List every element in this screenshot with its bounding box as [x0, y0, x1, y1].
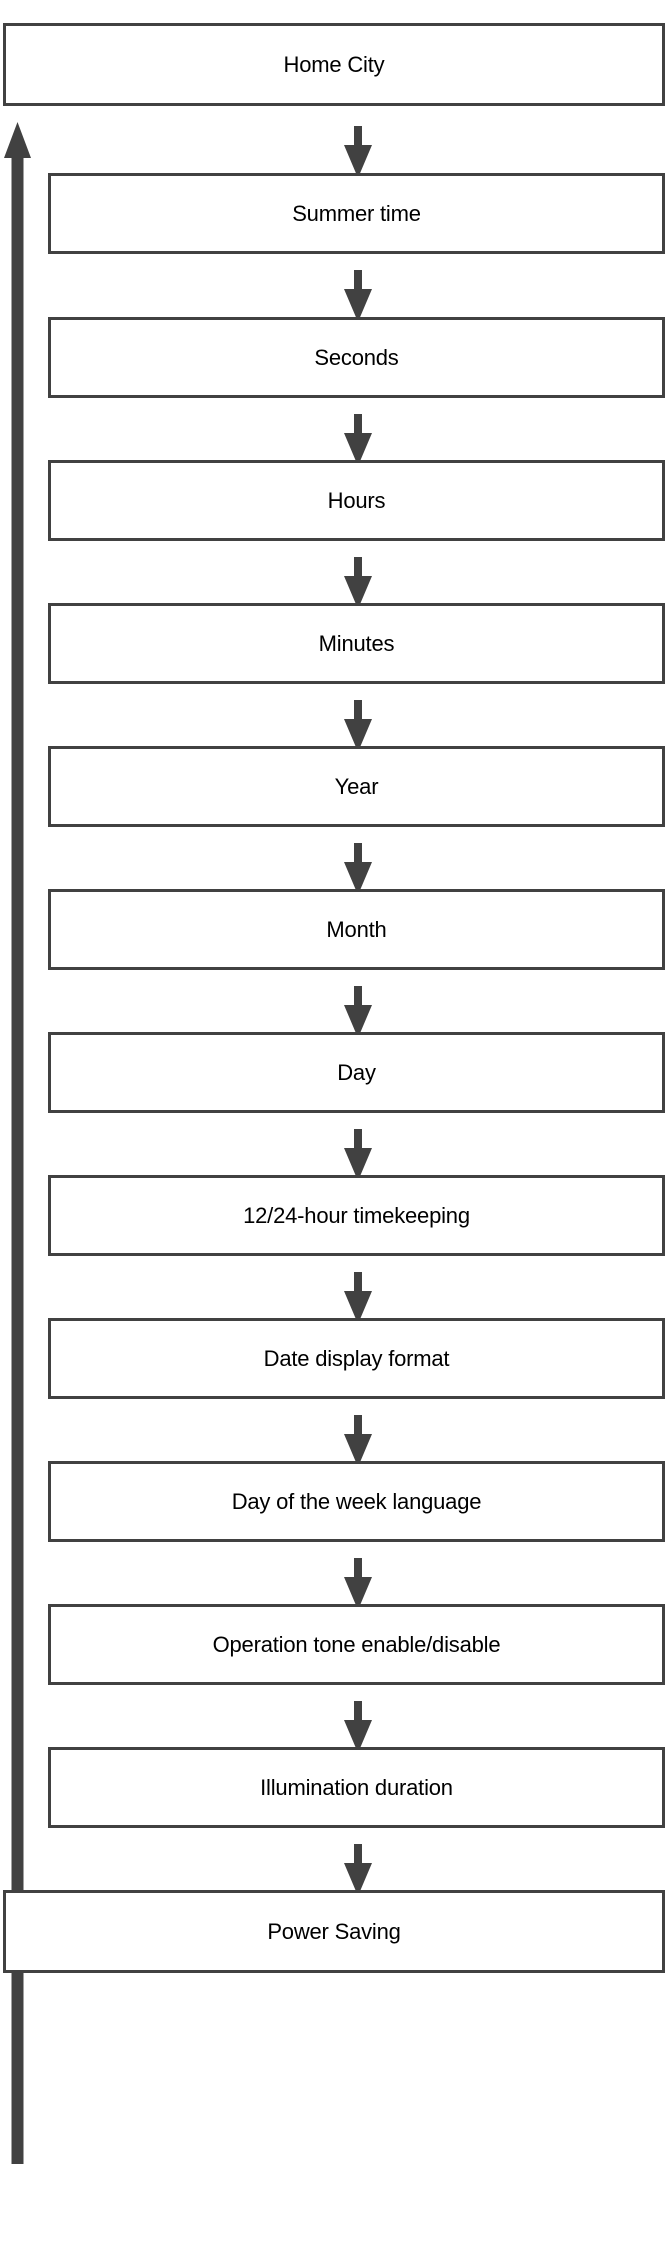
node-label: Month — [326, 916, 387, 942]
node-label: Summer time — [292, 200, 421, 226]
connector-arrow-6 — [343, 843, 373, 895]
node-label: Seconds — [314, 344, 399, 370]
node-seconds[interactable]: Seconds — [48, 317, 665, 398]
node-label: 12/24-hour timekeeping — [243, 1202, 470, 1228]
node-summer-time[interactable]: Summer time — [48, 173, 665, 254]
node-home-city[interactable]: Home City — [3, 23, 665, 106]
flowchart-diagram: Home City Summer time Seconds Hours Minu… — [0, 0, 668, 2264]
node-label: Home City — [283, 51, 385, 77]
node-label: Date display format — [263, 1345, 450, 1371]
node-label: Year — [334, 773, 379, 799]
return-loop-up-arrow — [3, 122, 35, 2164]
node-minutes[interactable]: Minutes — [48, 603, 665, 684]
node-operation-tone[interactable]: Operation tone enable/disable — [48, 1604, 665, 1685]
connector-arrow-4 — [343, 557, 373, 609]
node-illumination-duration[interactable]: Illumination duration — [48, 1747, 665, 1828]
node-month[interactable]: Month — [48, 889, 665, 970]
node-label: Operation tone enable/disable — [212, 1631, 501, 1657]
connector-arrow-10 — [343, 1415, 373, 1467]
connector-arrow-3 — [343, 414, 373, 466]
connector-arrow-5 — [343, 700, 373, 752]
node-label: Illumination duration — [260, 1774, 453, 1800]
node-label: Hours — [327, 487, 386, 513]
connector-arrow-1 — [343, 126, 373, 178]
node-year[interactable]: Year — [48, 746, 665, 827]
node-label: Day of the week language — [231, 1488, 482, 1514]
node-label: Minutes — [318, 630, 395, 656]
connector-arrow-2 — [343, 270, 373, 322]
node-label: Power Saving — [267, 1918, 401, 1944]
node-weekday-language[interactable]: Day of the week language — [48, 1461, 665, 1542]
connector-arrow-8 — [343, 1129, 373, 1181]
connector-arrow-9 — [343, 1272, 373, 1324]
connector-arrow-11 — [343, 1558, 373, 1610]
connector-arrow-7 — [343, 986, 373, 1038]
node-day[interactable]: Day — [48, 1032, 665, 1113]
connector-arrow-13 — [343, 1844, 373, 1896]
connector-arrow-12 — [343, 1701, 373, 1753]
node-timekeeping[interactable]: 12/24-hour timekeeping — [48, 1175, 665, 1256]
node-power-saving[interactable]: Power Saving — [3, 1890, 665, 1973]
node-hours[interactable]: Hours — [48, 460, 665, 541]
node-date-display-format[interactable]: Date display format — [48, 1318, 665, 1399]
node-label: Day — [337, 1059, 376, 1085]
